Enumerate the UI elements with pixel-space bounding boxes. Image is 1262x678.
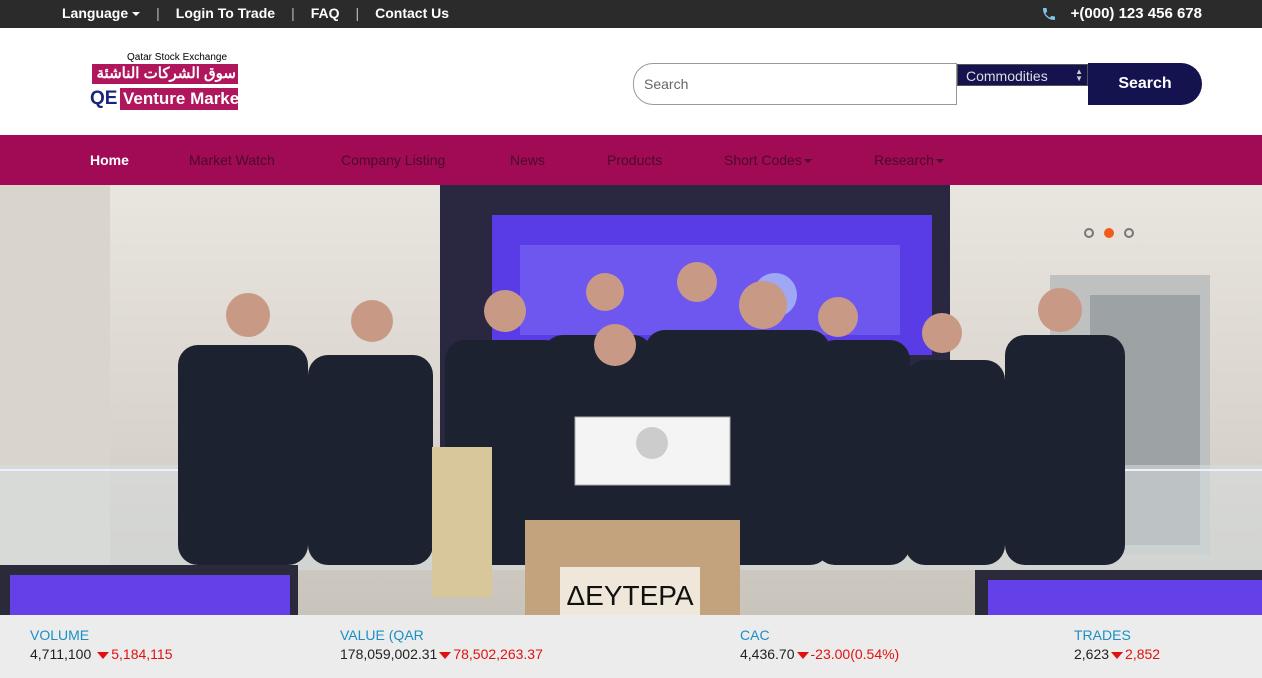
- stat-label: CAC: [740, 627, 770, 643]
- arrow-down-icon: [97, 651, 110, 659]
- separator: |: [355, 5, 360, 21]
- stat-value: 4,711,100: [30, 646, 92, 662]
- nav-products[interactable]: Products: [607, 152, 662, 168]
- hero-carousel[interactable]: ΔΕΥΤΕΡΑ: [0, 185, 1262, 615]
- logo-exchange-text: Qatar Stock Exchange: [127, 52, 228, 63]
- contact-link[interactable]: Contact Us: [375, 5, 449, 21]
- site-logo[interactable]: Qatar Stock Exchange سوق الشركات الناشئة…: [90, 52, 240, 114]
- stat-label: VALUE (QAR: [340, 627, 424, 643]
- nav-short-codes-label: Short Codes: [724, 152, 802, 168]
- search-button[interactable]: Search: [1088, 63, 1202, 105]
- stat-value: 178,059,002.31: [340, 646, 438, 662]
- arrow-down-icon: [439, 651, 452, 659]
- stat-change: 2,852: [1125, 646, 1161, 662]
- carousel-dot-3[interactable]: [1124, 228, 1134, 238]
- hero-image: ΔΕΥΤΕΡΑ: [0, 185, 1262, 615]
- category-select[interactable]: Commodities ▲ ▼: [957, 64, 1088, 86]
- stat-values: 4,711,100 5,184,115: [30, 646, 173, 662]
- market-ticker: VOLUME 4,711,100 5,184,115 VALUE (QAR 178…: [0, 615, 1262, 678]
- category-select-value: Commodities: [966, 68, 1048, 84]
- login-link[interactable]: Login To Trade: [176, 5, 275, 21]
- stat-change: -23.00(0.54%): [810, 646, 900, 662]
- chevron-down-icon: [132, 12, 141, 17]
- select-arrows-icon: ▲ ▼: [1075, 67, 1083, 83]
- header: Qatar Stock Exchange سوق الشركات الناشئة…: [0, 28, 1262, 135]
- top-bar: Language | Login To Trade | FAQ | Contac…: [0, 0, 1262, 28]
- stat-cac: CAC 4,436.70 -23.00(0.54%): [740, 627, 899, 662]
- faq-link[interactable]: FAQ: [311, 5, 340, 21]
- chevron-down-icon: [803, 159, 812, 164]
- stat-label: VOLUME: [30, 627, 90, 643]
- arrow-down-icon: [1111, 651, 1124, 659]
- stat-value-qar: VALUE (QAR 178,059,002.31 78,502,263.37: [340, 627, 543, 662]
- stat-trades: TRADES 2,623 2,852: [1074, 627, 1160, 662]
- logo-venture-text: Venture Market: [120, 88, 238, 110]
- stat-label: TRADES: [1074, 627, 1131, 643]
- stat-values: 178,059,002.31 78,502,263.37: [340, 646, 543, 662]
- phone-contact[interactable]: +(000) 123 456 678: [1041, 5, 1202, 22]
- arrow-down-icon: [796, 651, 809, 659]
- chevron-down-icon: [935, 159, 944, 164]
- carousel-dot-1[interactable]: [1084, 228, 1094, 238]
- nav-market-watch[interactable]: Market Watch: [189, 152, 275, 168]
- nav-short-codes[interactable]: Short Codes: [724, 152, 812, 168]
- nav-research[interactable]: Research: [874, 152, 944, 168]
- search-input[interactable]: [633, 63, 957, 105]
- separator: |: [291, 5, 295, 21]
- nav-home[interactable]: Home: [90, 152, 129, 168]
- logo-qe-text: QE: [90, 88, 118, 109]
- phone-icon: [1042, 7, 1055, 20]
- language-dropdown[interactable]: Language: [62, 5, 141, 21]
- podium-text: ΔΕΥΤΕΡΑ: [566, 580, 693, 611]
- phone-number: +(000) 123 456 678: [1070, 5, 1202, 22]
- language-label: Language: [62, 5, 129, 21]
- stat-values: 2,623 2,852: [1074, 646, 1160, 662]
- carousel-indicators: [1084, 228, 1134, 238]
- stat-change: 78,502,263.37: [453, 646, 543, 662]
- stat-values: 4,436.70 -23.00(0.54%): [740, 646, 899, 662]
- main-nav: Home Market Watch Company Listing News P…: [0, 135, 1262, 185]
- stat-value: 4,436.70: [740, 646, 795, 662]
- separator: |: [156, 5, 160, 21]
- stat-value: 2,623: [1074, 646, 1110, 662]
- carousel-dot-2[interactable]: [1104, 228, 1114, 238]
- stat-volume: VOLUME 4,711,100 5,184,115: [30, 627, 173, 662]
- nav-research-label: Research: [874, 152, 934, 168]
- top-links: Language | Login To Trade | FAQ | Contac…: [62, 5, 449, 21]
- logo-arabic-text: سوق الشركات الناشئة: [92, 64, 238, 84]
- nav-company-listing[interactable]: Company Listing: [341, 152, 445, 168]
- stat-change: 5,184,115: [111, 646, 173, 662]
- nav-news[interactable]: News: [510, 152, 545, 168]
